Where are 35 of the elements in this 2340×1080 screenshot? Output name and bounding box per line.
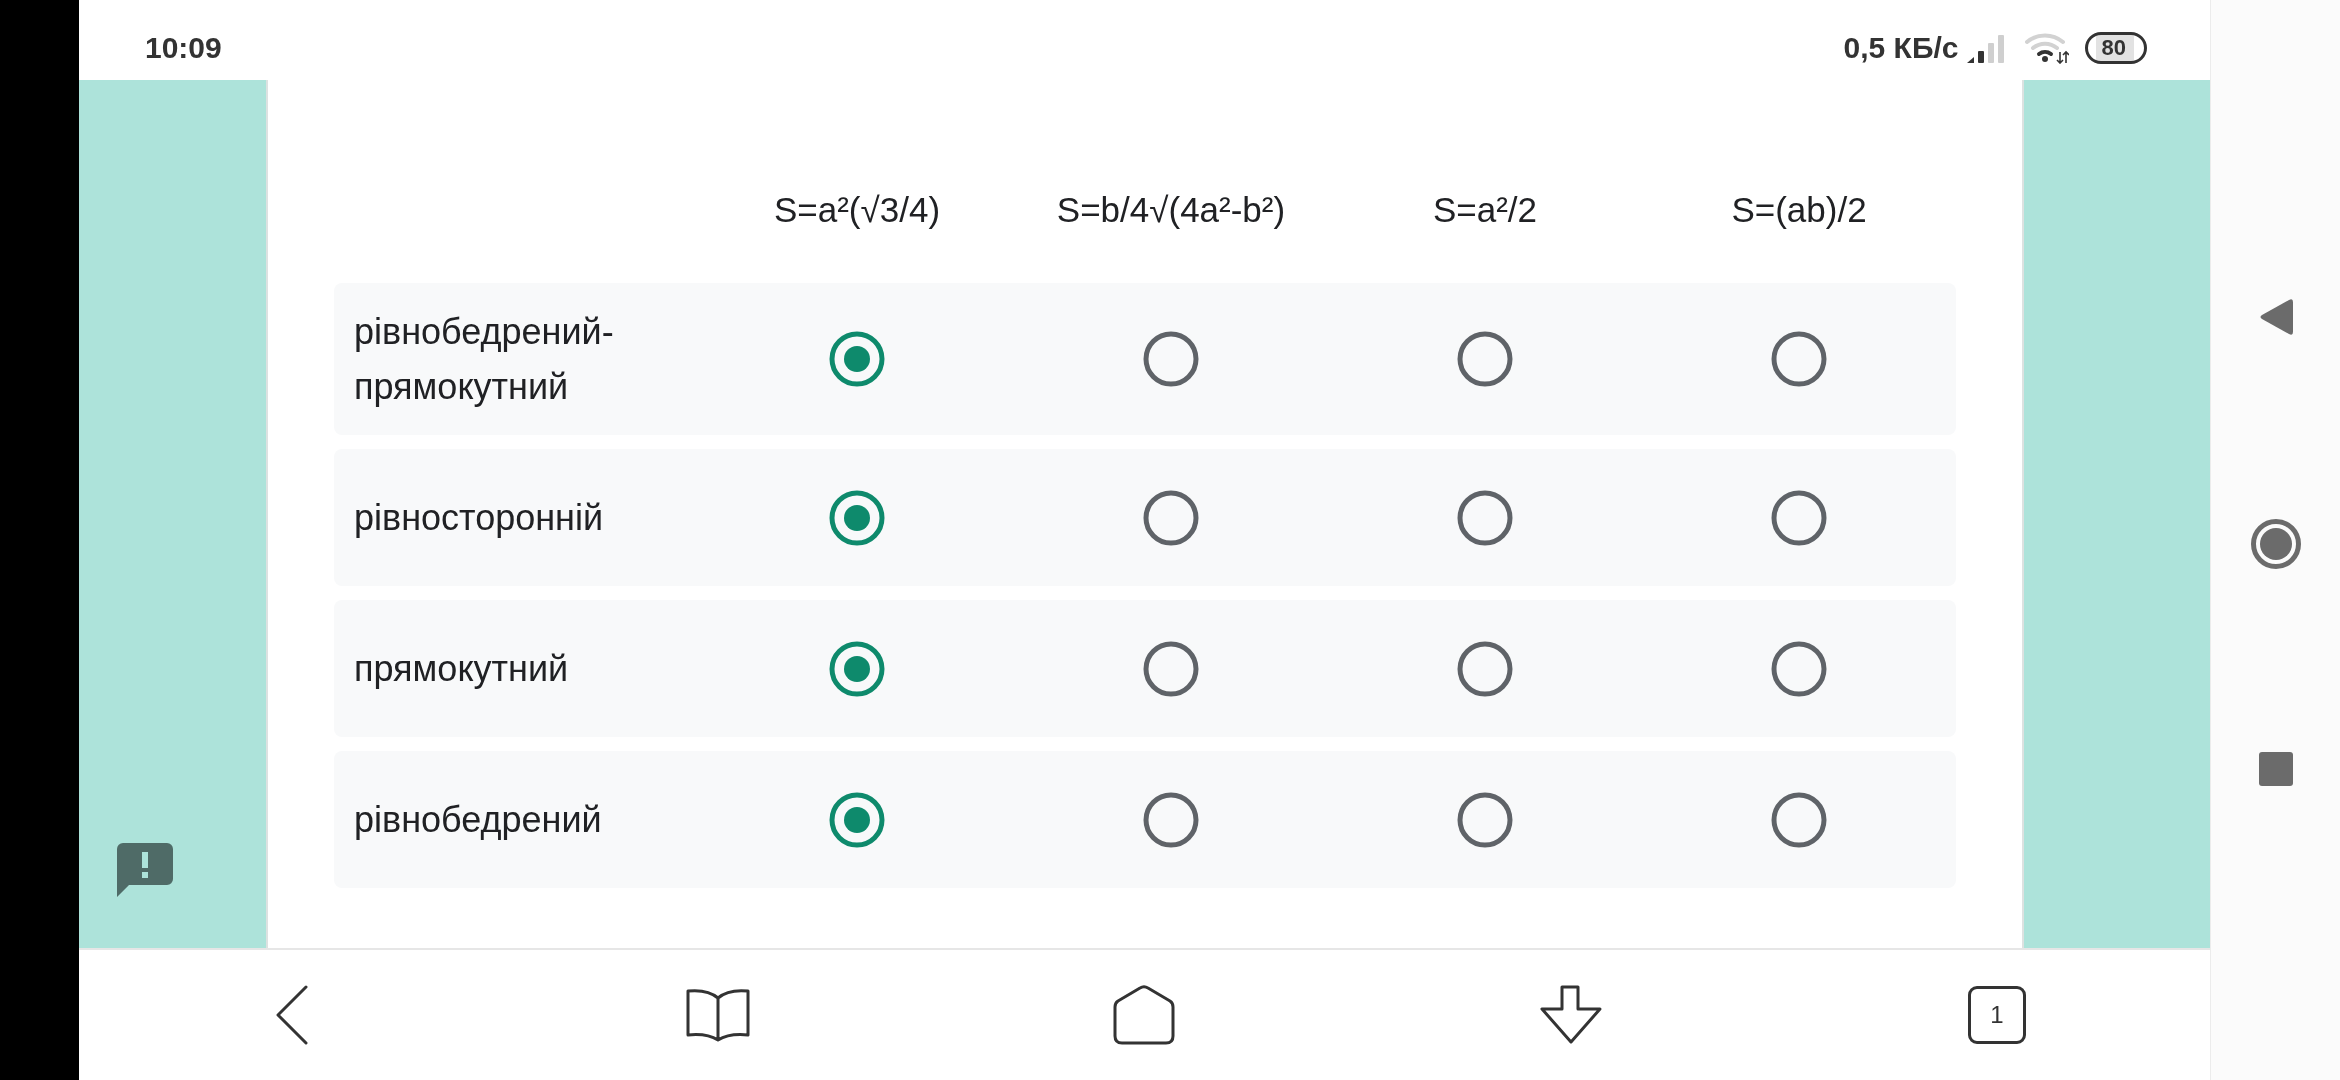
battery-indicator: 80 xyxy=(2084,32,2147,64)
radio-button[interactable] xyxy=(829,791,885,848)
radio-button[interactable] xyxy=(1457,489,1513,546)
column-header: S=b/4√(4a²-b²) xyxy=(1056,189,1286,231)
home-icon[interactable] xyxy=(1113,985,1176,1045)
column-header: S=a²/2 xyxy=(1432,189,1538,231)
feedback-icon[interactable] xyxy=(117,843,173,897)
radio-button[interactable] xyxy=(1457,640,1513,697)
row-label: прямокутний xyxy=(354,647,569,691)
row-label: рівнобедрений xyxy=(354,798,602,842)
radio-button[interactable] xyxy=(1143,791,1199,848)
recents-icon[interactable] xyxy=(2258,752,2293,786)
column-header: S=(ab)/2 xyxy=(1731,189,1867,231)
radio-button[interactable] xyxy=(1143,331,1199,387)
signal-icon xyxy=(1966,33,2007,63)
column-header: S=a²(√3/4) xyxy=(773,189,941,231)
network-speed: 0,5 КБ/с xyxy=(1843,31,1959,65)
radio-button[interactable] xyxy=(1143,489,1199,546)
radio-button[interactable] xyxy=(1457,331,1513,387)
radio-button[interactable] xyxy=(1771,331,1827,387)
radio-button[interactable] xyxy=(1771,489,1827,546)
back-icon[interactable] xyxy=(275,985,310,1045)
book-icon[interactable] xyxy=(686,988,751,1042)
row-label: рівносторонній xyxy=(354,496,604,540)
radio-button[interactable] xyxy=(1771,640,1827,697)
radio-button[interactable] xyxy=(829,489,885,546)
radio-button[interactable] xyxy=(829,331,885,387)
radio-button[interactable] xyxy=(1143,640,1199,697)
tab-count-button[interactable]: 1 xyxy=(1967,986,2026,1044)
row-label: рівнобедрений-прямокутний xyxy=(354,310,615,409)
radio-button[interactable] xyxy=(1457,791,1513,848)
wifi-icon xyxy=(2024,32,2069,64)
radio-button[interactable] xyxy=(829,640,885,697)
status-time: 10:09 xyxy=(145,31,222,65)
radio-button[interactable] xyxy=(1771,791,1827,848)
